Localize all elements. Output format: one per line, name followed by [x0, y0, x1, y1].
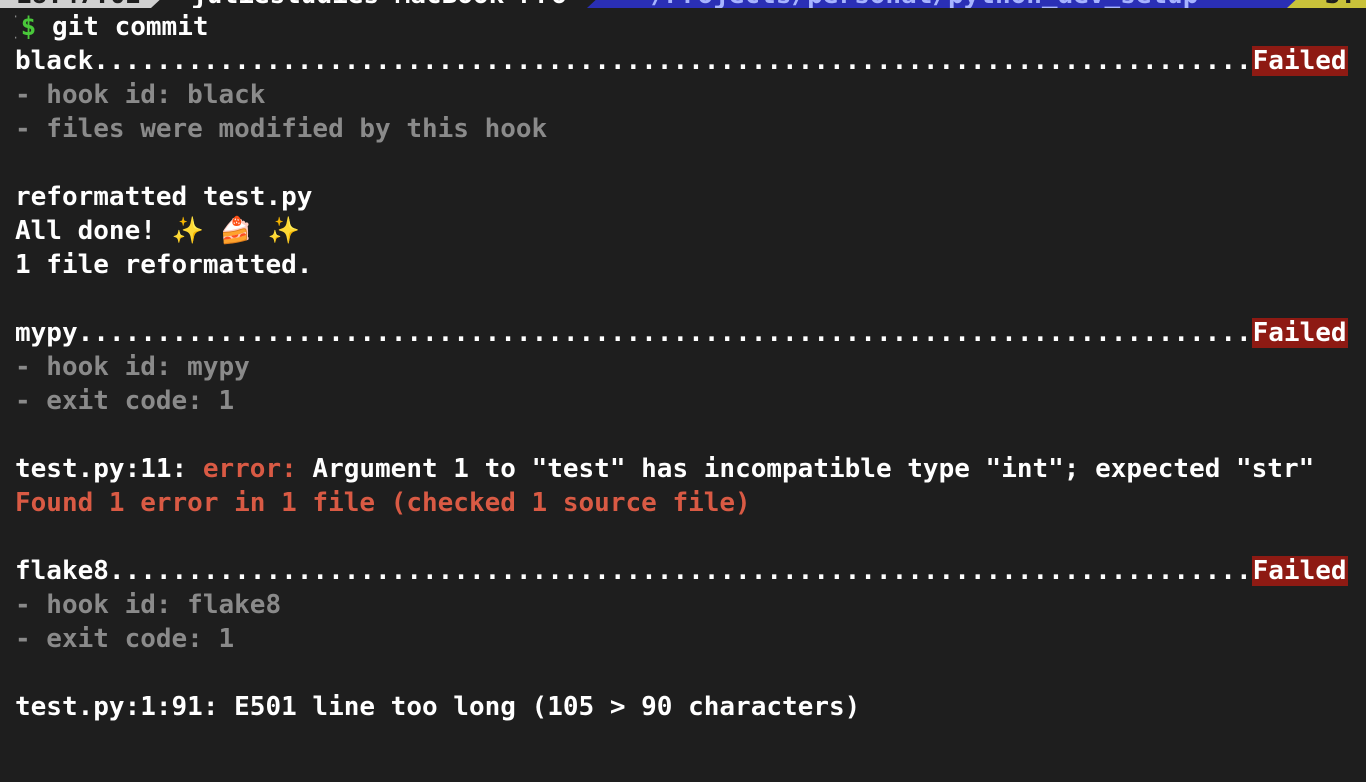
output-text: All done!: [15, 216, 172, 246]
output-line: All done! ✨ 🍰 ✨: [15, 214, 1366, 248]
status-badge: Failed: [1251, 556, 1348, 586]
status-badge: Failed: [1251, 46, 1348, 76]
prompt-path: ~/Projects/personal/python_dev_setup: [600, 0, 1287, 8]
terminal-output: [$ git commit black.....................…: [15, 10, 1366, 724]
error-text: " has incompatible type ": [609, 454, 1002, 484]
prompt-separator-icon: [151, 0, 166, 8]
hook-name: black: [15, 46, 94, 76]
hook-id-line: - hook id: flake8: [15, 590, 282, 620]
hook-mypy-result: mypy....................................…: [15, 316, 1366, 350]
error-location: test.py:11:: [15, 454, 203, 484]
hook-detail-line: - files were modified by this hook: [15, 114, 548, 144]
command-line: [$ git commit: [15, 10, 1366, 44]
prompt-separator-icon: [1286, 0, 1301, 8]
error-text: "; expected ": [1048, 454, 1252, 484]
output-line: 1 file reformatted.: [15, 250, 313, 280]
prompt-separator-icon: [586, 0, 601, 8]
terminal-window[interactable]: 18:47:02 juliestudies MacBook Pro ~/Proj…: [0, 0, 1366, 782]
prompt-host: juliestudies MacBook Pro: [165, 0, 587, 8]
hook-detail-line: - exit code: 1: [15, 386, 235, 416]
prompt-bar: 18:47:02 juliestudies MacBook Pro ~/Proj…: [0, 0, 1366, 8]
hook-dots: ........................................…: [77, 318, 1252, 348]
hook-dots: ........................................…: [108, 556, 1252, 586]
hook-name: flake8: [15, 556, 109, 586]
prompt-time: 18:47:02: [0, 0, 152, 8]
hook-detail-line: - exit code: 1: [15, 624, 235, 654]
error-text: str: [1251, 454, 1299, 484]
error-label: error:: [202, 454, 297, 484]
cake-icon: 🍰: [219, 216, 252, 246]
output-line: reformatted test.py: [15, 182, 313, 212]
prompt-venv: 3.: [1300, 0, 1366, 8]
hook-name: mypy: [15, 318, 78, 348]
prompt-symbol: $: [20, 12, 37, 42]
status-badge: Failed: [1251, 318, 1348, 348]
command-text: git commit: [51, 12, 209, 42]
hook-flake8-result: flake8..................................…: [15, 554, 1366, 588]
hook-black-result: black...................................…: [15, 44, 1366, 78]
error-text: Argument 1 to ": [296, 454, 548, 484]
error-text: ": [1298, 454, 1315, 484]
error-summary: Found 1 error in 1 file (checked 1 sourc…: [15, 488, 751, 518]
output-line: test.py:1:91: E501 line too long (105 > …: [15, 692, 861, 722]
hook-id-line: - hook id: black: [15, 80, 266, 110]
error-text: test: [547, 454, 610, 484]
sparkles-icon: ✨: [267, 216, 300, 246]
hook-dots: ........................................…: [93, 46, 1252, 76]
hook-id-line: - hook id: mypy: [15, 352, 250, 382]
error-text: int: [1001, 454, 1049, 484]
error-line: test.py:11: error: Argument 1 to "test" …: [15, 452, 1366, 486]
sparkles-icon: ✨: [171, 216, 204, 246]
